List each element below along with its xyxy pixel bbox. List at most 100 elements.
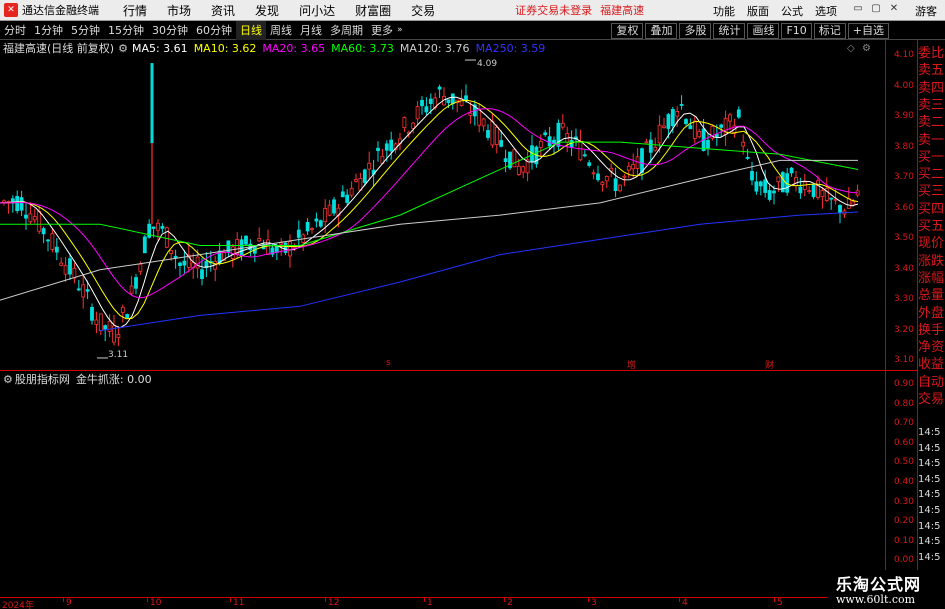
sub-tick-label: 0.10 [893, 535, 914, 546]
menu-market[interactable]: 市场 [157, 2, 201, 19]
multi-stock-button[interactable]: 多股 [679, 22, 712, 39]
menu-options[interactable]: 选项 [809, 3, 843, 19]
candle-body [794, 177, 798, 186]
tab-5min[interactable]: 5分钟 [67, 21, 104, 40]
menu-market-quotes[interactable]: 行情 [113, 2, 157, 19]
side-panel-item[interactable]: 涨跌 [918, 252, 945, 271]
sub-settings-icon[interactable]: ⚙ [3, 373, 13, 386]
menu-news[interactable]: 资讯 [201, 2, 245, 19]
candle-body [464, 95, 468, 101]
date-tick-mark [679, 598, 680, 602]
tab-weekly[interactable]: 周线 [266, 21, 296, 40]
side-panel-item[interactable]: 卖二 [918, 113, 945, 132]
side-panel-item[interactable]: 交易 [918, 390, 945, 409]
candle-body [156, 222, 160, 231]
menu-wealth-circle[interactable]: 财富圈 [345, 2, 401, 19]
date-tick-mark [325, 598, 326, 602]
sub-indicator-name[interactable]: 股朋指标网 [15, 371, 70, 387]
mark-button[interactable]: 标记 [813, 22, 846, 39]
side-panel-item[interactable]: 委比 [918, 44, 945, 63]
candlestick-chart[interactable] [0, 40, 885, 370]
tick-time: 14:5 [918, 505, 941, 516]
candle-body [811, 184, 816, 198]
tab-monthly[interactable]: 月线 [296, 21, 326, 40]
candle-body [129, 285, 134, 294]
candle-body [173, 255, 178, 259]
side-panel-item[interactable]: 卖四 [918, 79, 945, 98]
minimize-icon[interactable]: ▭ [851, 2, 865, 16]
side-panel-item[interactable]: 买一 [918, 148, 945, 167]
candle-body [512, 149, 517, 168]
menu-layout[interactable]: 版面 [741, 3, 775, 19]
candle-body [310, 228, 314, 231]
chart-info-line: 福建高速(日线 前复权) ⚙ MA5: 3.61 MA10: 3.62 MA20… [0, 40, 885, 56]
tab-daily[interactable]: 日线 [236, 20, 266, 40]
candle-body [745, 156, 750, 159]
overlay-button[interactable]: 叠加 [645, 22, 678, 39]
candle-body [481, 118, 486, 127]
candle-body [486, 130, 490, 138]
candle-body [314, 218, 319, 222]
price-tick-label: 3.40 [893, 263, 914, 274]
side-panel-item[interactable]: 买二 [918, 165, 945, 184]
draw-line-button[interactable]: 画线 [747, 22, 780, 39]
close-icon[interactable]: ✕ [887, 2, 901, 16]
candle-body [54, 246, 59, 253]
login-warning[interactable]: 证券交易未登录 [515, 2, 592, 18]
candle-body [675, 111, 680, 117]
side-panel-item[interactable]: 涨幅 [918, 269, 945, 288]
menu-ask[interactable]: 问小达 [289, 2, 345, 19]
add-watchlist-button[interactable]: +自选 [847, 22, 889, 39]
sub-tick-label: 0.50 [893, 457, 914, 468]
event-mark-s[interactable]: s [386, 358, 391, 368]
candle-body [494, 126, 499, 145]
candle-body [90, 306, 94, 321]
candle-body [340, 191, 345, 198]
adjust-button[interactable]: 复权 [611, 22, 644, 39]
side-panel-item[interactable]: 卖一 [918, 131, 945, 150]
side-panel-item[interactable]: 外盘 [918, 304, 945, 323]
tab-multi-period[interactable]: 多周期 [326, 21, 367, 40]
side-panel-item[interactable]: 卖三 [918, 96, 945, 115]
tab-1min[interactable]: 1分钟 [30, 21, 67, 40]
menu-trade[interactable]: 交易 [401, 2, 445, 19]
chart-expand-icon[interactable]: ◇ [847, 43, 855, 54]
side-panel-item[interactable]: 收益 [918, 355, 945, 374]
candle-body [151, 226, 156, 229]
tab-30min[interactable]: 30分钟 [148, 21, 192, 40]
side-panel-item[interactable]: 卖五 [918, 61, 945, 80]
tab-more[interactable]: 更多 [367, 21, 397, 40]
more-arrow-icon[interactable]: » [397, 25, 403, 35]
side-panel-item[interactable]: 买四 [918, 200, 945, 219]
chart-settings-icon[interactable]: ⚙ [862, 43, 871, 54]
candle-body [63, 264, 68, 275]
guest-user[interactable]: 游客 [915, 3, 937, 19]
statistics-button[interactable]: 统计 [713, 22, 746, 39]
tab-intraday[interactable]: 分时 [0, 21, 30, 40]
tab-15min[interactable]: 15分钟 [104, 21, 148, 40]
price-tick-label: 3.30 [893, 294, 914, 304]
tab-60min[interactable]: 60分钟 [192, 21, 236, 40]
sub-tick-label: 0.60 [893, 437, 914, 448]
ma60-line [0, 141, 859, 246]
restore-icon[interactable]: ▢ [869, 2, 883, 16]
candle-body [468, 112, 473, 116]
side-panel-item[interactable]: 换手 [918, 321, 945, 340]
menu-formula[interactable]: 公式 [775, 3, 809, 19]
side-panel-item[interactable]: 买三 [918, 182, 945, 201]
side-panel-item[interactable]: 净资 [918, 338, 945, 357]
candle-body [591, 172, 596, 175]
side-panel-item[interactable]: 总量 [918, 286, 945, 305]
settings-icon[interactable]: ⚙ [118, 42, 128, 55]
current-stock-name: 福建高速 [600, 4, 645, 17]
candle-body [802, 181, 807, 190]
f10-button[interactable]: F10 [781, 22, 812, 39]
menu-discover[interactable]: 发现 [245, 2, 289, 19]
candle-body [670, 109, 675, 127]
side-panel-item[interactable]: 现价 [918, 234, 945, 253]
date-tick-label: 5 [777, 598, 783, 608]
side-panel-item[interactable]: 买五 [918, 217, 945, 236]
side-panel-item[interactable]: 自动 [918, 373, 945, 392]
tick-time: 14:5 [918, 427, 941, 438]
menu-function[interactable]: 功能 [707, 3, 741, 19]
